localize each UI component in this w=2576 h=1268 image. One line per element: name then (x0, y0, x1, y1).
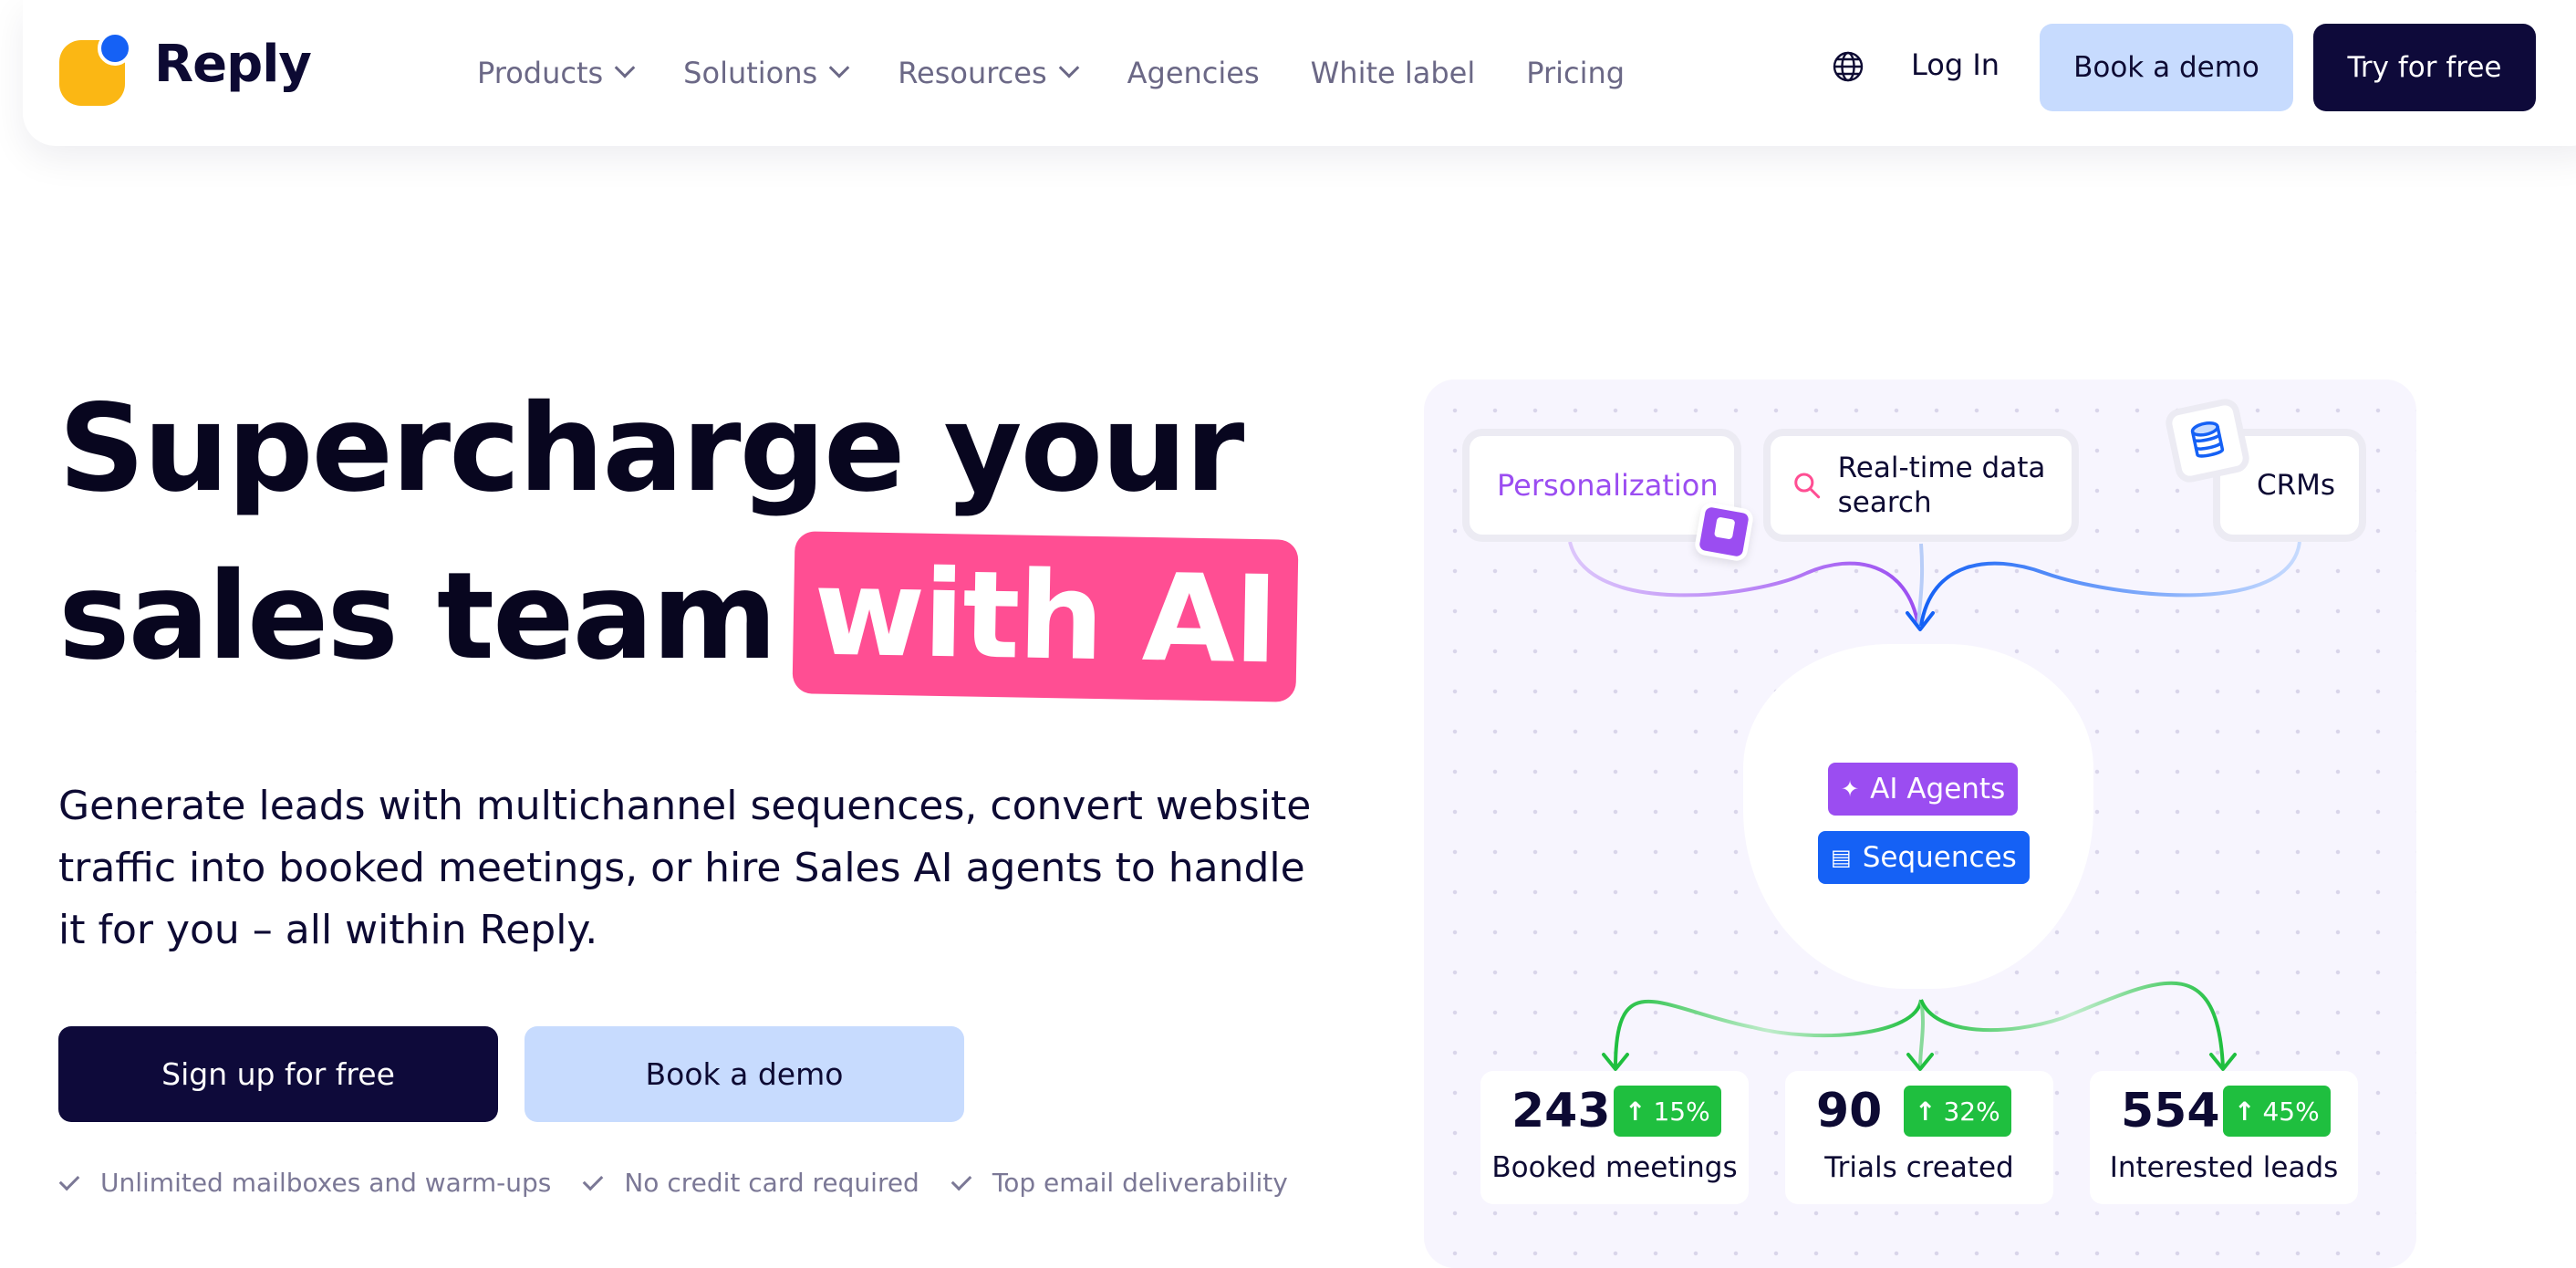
stat-card-booked-meetings: 243 ↑ 15% Booked meetings (1480, 1071, 1749, 1204)
nav-item-pricing[interactable]: Pricing (1526, 56, 1625, 90)
nav-item-label: Resources (898, 56, 1047, 90)
check-icon (583, 1169, 604, 1190)
stat-value: 554 (2121, 1084, 2220, 1138)
feature-checklist: Unlimited mailboxes and warm-ups No cred… (58, 1168, 1324, 1198)
nav-item-products[interactable]: Products (477, 56, 636, 90)
check-icon (950, 1169, 972, 1190)
checklist-item-label: Top email deliverability (992, 1168, 1288, 1198)
stat-label: Interested leads (2109, 1151, 2339, 1184)
ai-hub (1743, 644, 2093, 989)
search-icon (1794, 473, 1821, 499)
logo-mark-icon (59, 31, 136, 108)
sign-up-button[interactable]: Sign up for free (58, 1026, 498, 1122)
hero-title-text: sales team (58, 546, 777, 687)
database-icon (2163, 396, 2252, 485)
personalization-label: Personalization (1497, 468, 1719, 503)
stat-value: 243 (1511, 1084, 1611, 1138)
check-icon (58, 1169, 80, 1190)
stat-change-badge: ↑ 45% (2223, 1086, 2331, 1137)
nav-item-white-label[interactable]: White label (1311, 56, 1476, 90)
hero-title-highlight: with AI (792, 531, 1299, 702)
checklist-item: Unlimited mailboxes and warm-ups (58, 1168, 552, 1198)
nav-item-resources[interactable]: Resources (898, 56, 1079, 90)
checklist-item: No credit card required (583, 1168, 919, 1198)
data-search-label: Real-time data search (1837, 452, 2046, 519)
stat-card-interested-leads: 554 ↑ 45% Interested leads (2090, 1071, 2358, 1204)
chevron-down-icon (1058, 57, 1079, 78)
book-demo-nav-button[interactable]: Book a demo (2040, 24, 2293, 111)
chevron-down-icon (614, 57, 636, 78)
book-demo-button[interactable]: Book a demo (525, 1026, 964, 1122)
try-for-free-button[interactable]: Try for free (2313, 24, 2536, 111)
stat-change-value: 32% (1943, 1096, 2000, 1127)
arrow-up-icon: ↑ (2234, 1096, 2256, 1127)
sequences-label: Sequences (1862, 841, 2017, 874)
checklist-item-label: Unlimited mailboxes and warm-ups (100, 1168, 552, 1198)
data-search-card: Real-time data search (1763, 429, 2079, 542)
hero-title-line-2: sales team with AI (58, 531, 1299, 702)
stat-change-badge: ↑ 15% (1614, 1086, 1721, 1137)
nav-item-solutions[interactable]: Solutions (683, 56, 850, 90)
stat-change-badge: ↑ 32% (1904, 1086, 2011, 1137)
checklist-item-label: No credit card required (624, 1168, 919, 1198)
workflow-diagram: Personalization Real-time data search CR… (1424, 379, 2416, 1268)
contact-card-icon (1693, 501, 1755, 563)
stat-card-trials-created: 90 ↑ 32% Trials created (1785, 1071, 2053, 1204)
arrow-up-icon: ↑ (1625, 1096, 1646, 1127)
logo-text: Reply (154, 35, 312, 94)
nav-menu: Products Solutions Resources Agencies Wh… (477, 47, 1676, 99)
stack-icon: ▤ (1831, 845, 1852, 870)
ai-agents-pill: ✦ AI Agents (1828, 763, 2019, 816)
nav-item-agencies[interactable]: Agencies (1127, 56, 1260, 90)
arrow-up-icon: ↑ (1915, 1096, 1937, 1127)
checklist-item: Top email deliverability (950, 1168, 1288, 1198)
nav-item-label: Solutions (683, 56, 818, 90)
stat-label: Trials created (1824, 1151, 2014, 1184)
reply-logo[interactable]: Reply (59, 31, 333, 108)
sparkle-icon: ✦ (1841, 776, 1860, 802)
stat-label: Booked meetings (1491, 1151, 1738, 1184)
nav-item-label: Products (477, 56, 604, 90)
login-link[interactable]: Log In (1911, 47, 2000, 82)
top-navigation: Reply Products Solutions Resources Agenc… (23, 0, 2576, 146)
crm-label: CRMs (2256, 469, 2336, 502)
stat-change-value: 45% (2262, 1096, 2320, 1127)
chevron-down-icon (828, 57, 850, 78)
hero-title-line-1: Supercharge your (58, 379, 1244, 519)
hero-subtitle: Generate leads with multichannel sequenc… (58, 783, 1312, 953)
sequences-pill: ▤ Sequences (1818, 831, 2030, 884)
hero-title: Supercharge your sales team with AI (58, 365, 1299, 702)
globe-icon[interactable] (1831, 49, 1865, 84)
ai-agents-label: AI Agents (1870, 773, 2006, 805)
stat-value: 90 (1816, 1084, 1883, 1138)
stat-change-value: 15% (1653, 1096, 1710, 1127)
